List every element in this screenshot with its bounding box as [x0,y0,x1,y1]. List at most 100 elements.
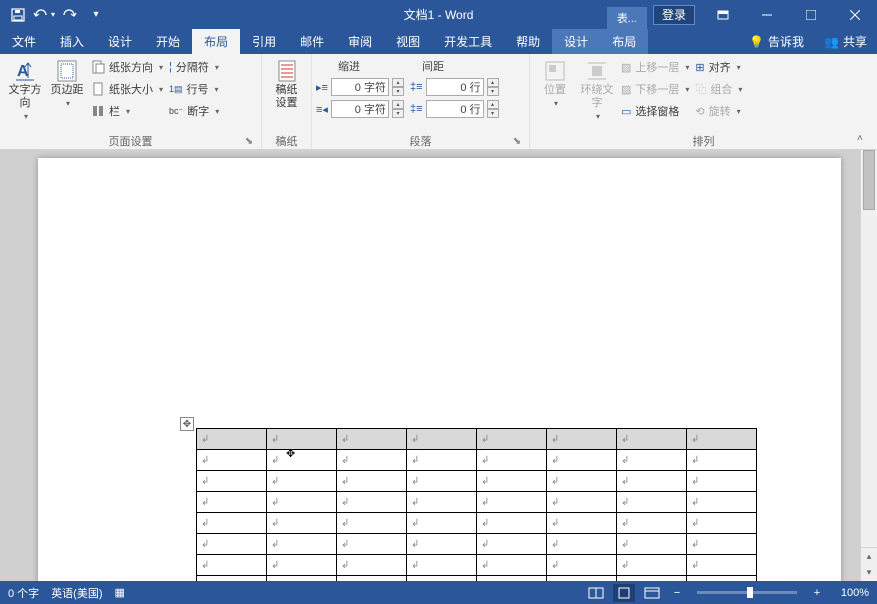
table-cell[interactable]: ↲ [267,429,337,450]
rotate-button[interactable]: ⟲旋转▾ [692,100,745,122]
send-backward-button[interactable]: ▨下移一层▾ [618,78,692,100]
hyphenation-button[interactable]: bc⁻断字▾ [166,100,222,122]
minimize-button[interactable] [745,0,789,29]
table-cell[interactable]: ↲ [337,534,407,555]
space-before-spinner[interactable]: ▴▾ [487,78,499,96]
text-direction-button[interactable]: A 文字方向▾ [4,56,46,126]
table-cell[interactable]: ↲ [407,513,477,534]
scroll-thumb[interactable] [863,150,875,210]
table-cell[interactable]: ↲ [337,471,407,492]
tab-file[interactable]: 文件 [0,29,48,54]
table-cell[interactable]: ↲ [687,429,757,450]
table-cell[interactable]: ↲ [337,429,407,450]
table-cell[interactable]: ↲ [267,492,337,513]
breaks-button[interactable]: ¦分隔符▾ [166,56,222,78]
table-cell[interactable]: ↲ [617,576,687,582]
space-after-spinner[interactable]: ▴▾ [487,100,499,118]
table-cell[interactable]: ↲ [407,492,477,513]
zoom-out-button[interactable]: − [669,585,685,601]
margins-button[interactable]: 页边距▾ [46,56,88,113]
table-cell[interactable]: ↲ [337,576,407,582]
table-cell[interactable]: ↲ [477,471,547,492]
undo-button[interactable]: ▾ [32,3,56,27]
zoom-in-button[interactable]: + [809,585,825,601]
sign-in-button[interactable]: 登录 [653,5,695,25]
table-cell[interactable]: ↲ [337,450,407,471]
table-cell[interactable]: ↲ [337,513,407,534]
tell-me-search[interactable]: 💡告诉我 [739,33,814,50]
table-cell[interactable]: ↲ [547,429,617,450]
table-cell[interactable]: ↲ [197,429,267,450]
tab-layout[interactable]: 布局 [192,29,240,54]
tab-table-design[interactable]: 设计 [552,29,600,54]
table-cell[interactable]: ↲ [477,513,547,534]
table-cell[interactable]: ↲ [407,471,477,492]
tab-view[interactable]: 视图 [384,29,432,54]
columns-button[interactable]: 栏▾ [88,100,166,122]
table-cell[interactable]: ↲ [197,576,267,582]
table-cell[interactable]: ↲ [547,513,617,534]
line-numbers-button[interactable]: 1▤行号▾ [166,78,222,100]
collapse-ribbon-button[interactable]: ˄ [857,133,873,147]
table-cell[interactable]: ↲ [617,492,687,513]
close-button[interactable] [833,0,877,29]
tab-home[interactable]: 开始 [144,29,192,54]
zoom-slider[interactable] [697,591,797,594]
table-cell[interactable]: ↲ [267,471,337,492]
table-cell[interactable]: ↲ [477,429,547,450]
page-setup-launcher[interactable]: ⬊ [243,136,255,148]
table-cell[interactable]: ↲ [547,492,617,513]
table-cell[interactable]: ↲ [197,471,267,492]
table-cell[interactable]: ↲ [617,471,687,492]
web-layout-button[interactable] [641,584,663,602]
table-cell[interactable]: ↲ [617,450,687,471]
ribbon-options-button[interactable] [701,0,745,29]
selection-pane-button[interactable]: ▭选择窗格 [618,100,692,122]
table-move-handle[interactable]: ✥ [180,417,194,431]
table-cell[interactable]: ↲ [687,513,757,534]
table-cell[interactable]: ↲ [267,555,337,576]
table-cell[interactable]: ↲ [477,534,547,555]
table-cell[interactable]: ↲ [547,471,617,492]
table-cell[interactable]: ↲ [547,576,617,582]
bring-forward-button[interactable]: ▧上移一层▾ [618,56,692,78]
table-cell[interactable]: ↲ [547,555,617,576]
orientation-button[interactable]: 纸张方向▾ [88,56,166,78]
table-cell[interactable]: ↲ [407,555,477,576]
indent-right-spinner[interactable]: ▴▾ [392,100,404,118]
table-cell[interactable]: ↲ [267,513,337,534]
document-table[interactable]: ↲↲↲↲↲↲↲↲↲↲↲↲↲↲↲↲↲↲↲↲↲↲↲↲↲↲↲↲↲↲↲↲↲↲↲↲↲↲↲↲… [196,428,757,581]
table-cell[interactable]: ↲ [267,450,337,471]
table-cell[interactable]: ↲ [197,555,267,576]
tab-review[interactable]: 审阅 [336,29,384,54]
table-cell[interactable]: ↲ [687,450,757,471]
paragraph-launcher[interactable]: ⬊ [511,136,523,148]
zoom-level[interactable]: 100% [831,587,869,599]
indent-left-input[interactable]: 0 字符 [331,78,389,96]
print-layout-button[interactable] [613,584,635,602]
table-cell[interactable]: ↲ [407,450,477,471]
indent-right-input[interactable]: 0 字符 [331,100,389,118]
size-button[interactable]: 纸张大小▾ [88,78,166,100]
table-cell[interactable]: ↲ [617,513,687,534]
page[interactable]: ✥ ↲↲↲↲↲↲↲↲↲↲↲↲↲↲↲↲↲↲↲↲↲↲↲↲↲↲↲↲↲↲↲↲↲↲↲↲↲↲… [38,158,841,581]
wrap-text-button[interactable]: 环绕文字▾ [576,56,618,126]
table-cell[interactable]: ↲ [477,450,547,471]
align-button[interactable]: ⊞对齐▾ [692,56,745,78]
tab-insert[interactable]: 插入 [48,29,96,54]
share-button[interactable]: 👥共享 [814,33,877,50]
table-cell[interactable]: ↲ [337,492,407,513]
macro-icon[interactable]: ▦ [115,586,125,599]
table-cell[interactable]: ↲ [617,429,687,450]
table-cell[interactable]: ↲ [267,576,337,582]
position-button[interactable]: 位置▾ [534,56,576,113]
table-cell[interactable]: ↲ [477,555,547,576]
indent-left-spinner[interactable]: ▴▾ [392,78,404,96]
table-cell[interactable]: ↲ [687,534,757,555]
table-cell[interactable]: ↲ [617,534,687,555]
qat-customize[interactable]: ▾ [84,3,108,27]
table-cell[interactable]: ↲ [407,534,477,555]
scroll-next-page[interactable]: ▾ [861,564,877,581]
space-after-input[interactable]: 0 行 [426,100,484,118]
tab-help[interactable]: 帮助 [504,29,552,54]
